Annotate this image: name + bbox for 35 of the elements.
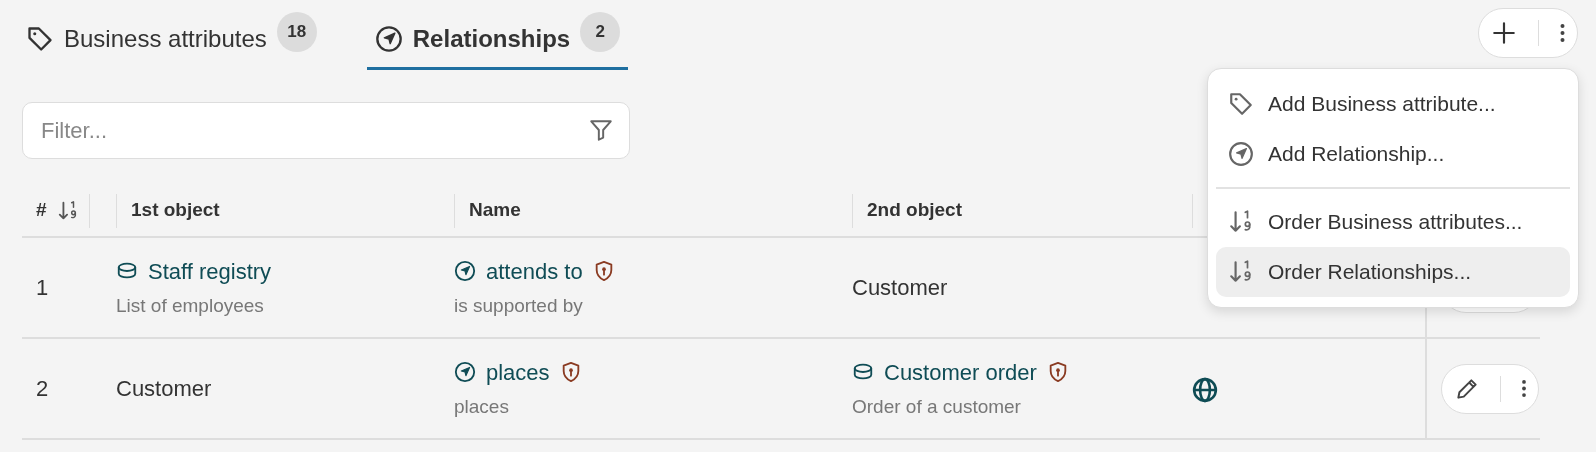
- count-badge: 2: [580, 11, 621, 52]
- object-name: Customer: [852, 274, 949, 302]
- description: is supported by: [454, 293, 584, 318]
- tag-icon: [1228, 91, 1254, 117]
- menu-item[interactable]: Order Relationships...: [1216, 247, 1570, 297]
- object-link[interactable]: Staff registry: [148, 254, 272, 288]
- description: List of employees: [116, 293, 265, 318]
- tab[interactable]: Business attributes 18: [18, 10, 325, 70]
- tab[interactable]: Relationships 2: [366, 10, 629, 70]
- filter-field[interactable]: Filter...: [22, 102, 630, 159]
- column-header: #: [36, 198, 47, 223]
- tag-icon: [26, 24, 54, 53]
- object-name: Customer: [116, 375, 213, 403]
- menu-item[interactable]: Add Relationship...: [1216, 129, 1570, 179]
- row-number: 1: [36, 275, 49, 300]
- filter-icon: [588, 117, 614, 143]
- globe-icon: [1192, 377, 1218, 404]
- more-vertical-icon: [1559, 24, 1565, 42]
- menu-item[interactable]: Order Business attributes...: [1216, 197, 1570, 247]
- description: places: [454, 394, 510, 419]
- count-badge: 18: [276, 11, 317, 52]
- object-link[interactable]: Customer order: [884, 355, 1037, 389]
- row-number: 2: [36, 376, 49, 401]
- menu-item[interactable]: Add Business attribute...: [1216, 79, 1570, 129]
- sort-descending-icon: [1228, 209, 1254, 235]
- column-header: 1st object: [131, 198, 220, 223]
- plus-icon: [1491, 20, 1518, 46]
- more-vertical-icon: [1521, 380, 1526, 397]
- sort-descending-icon: [1228, 259, 1254, 285]
- column-header: Name: [469, 198, 521, 223]
- sort-descending-icon: [56, 199, 79, 222]
- object-link[interactable]: attends to: [486, 254, 583, 288]
- description: Order of a customer: [852, 394, 1022, 419]
- column-header: 2nd object: [867, 198, 962, 223]
- object-link[interactable]: places: [486, 355, 550, 389]
